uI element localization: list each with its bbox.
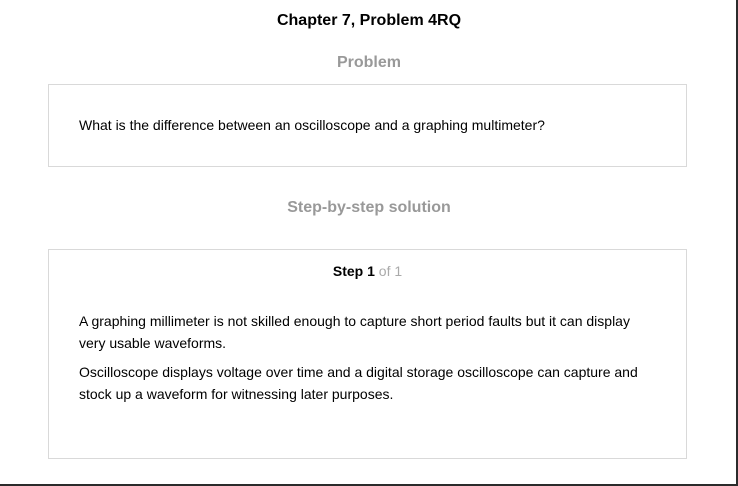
- step-body: A graphing millimeter is not skilled eno…: [79, 310, 659, 412]
- problem-card: What is the difference between an oscill…: [48, 84, 687, 167]
- solution-paragraph: Oscilloscope displays voltage over time …: [79, 364, 638, 402]
- solution-card: Step 1 of 1 A graphing millimeter is not…: [48, 249, 687, 459]
- step-label: Step: [332, 263, 364, 279]
- problem-text: What is the difference between an oscill…: [79, 117, 545, 133]
- solution-paragraph: A graphing millimeter is not skilled eno…: [79, 313, 630, 351]
- step-total: of 1: [378, 263, 403, 279]
- solution-heading: Step-by-step solution: [287, 199, 451, 216]
- step-header: Step 1 of 1: [49, 263, 686, 279]
- chapter-title: Chapter 7, Problem 4RQ: [276, 12, 462, 29]
- problem-heading: Problem: [336, 54, 401, 71]
- step-number: 1: [367, 263, 375, 279]
